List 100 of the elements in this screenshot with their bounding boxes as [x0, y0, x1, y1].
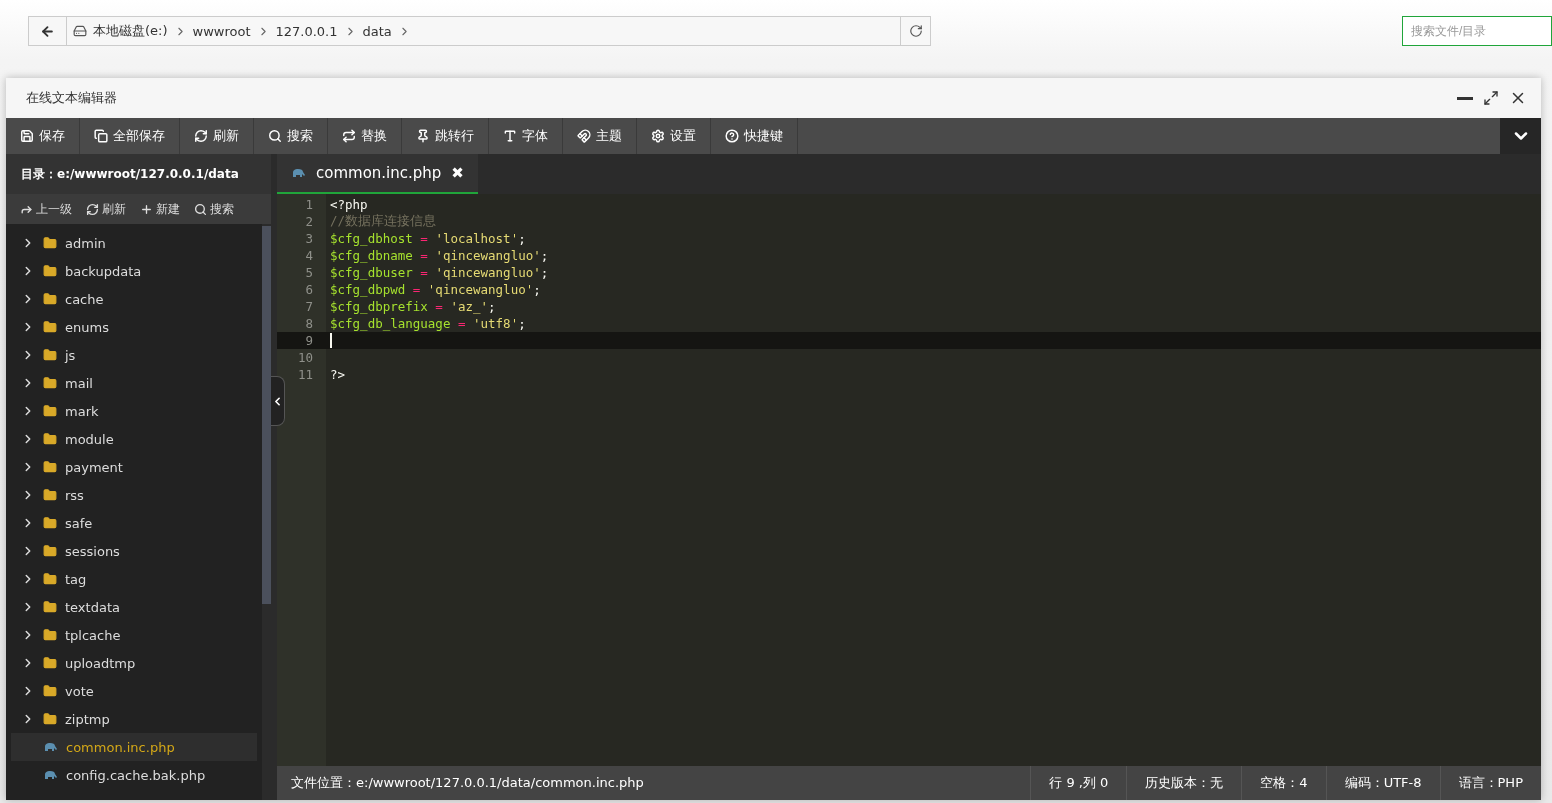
folder-item[interactable]: cache [11, 285, 257, 313]
breadcrumb-link[interactable]: wwwroot [192, 23, 251, 39]
minimize-icon [1457, 96, 1473, 100]
line-number: 7 [304, 299, 314, 314]
folder-item[interactable]: sessions [11, 537, 257, 565]
text-icon [503, 129, 517, 143]
folder-item[interactable]: module [11, 425, 257, 453]
file-item[interactable]: common.inc.php [11, 733, 257, 761]
folder-item[interactable]: js [11, 341, 257, 369]
status-item: 编码：UTF-8 [1325, 766, 1440, 800]
folder-icon [43, 712, 57, 726]
search-field[interactable]: 搜索文件/目录 [1402, 16, 1552, 46]
folder-icon [43, 600, 57, 614]
pin-icon [416, 129, 430, 143]
sidebar-action-button[interactable]: 上一级 [16, 200, 76, 218]
folder-icon [43, 292, 57, 306]
folder-item[interactable]: admin [11, 229, 257, 257]
breadcrumb-link[interactable]: 本地磁盘(e:) [93, 22, 168, 40]
elephant-icon [43, 769, 58, 781]
folder-item[interactable]: payment [11, 453, 257, 481]
folder-icon [43, 320, 57, 334]
code-line: $cfg_dbname = 'qincewangluo'; [330, 248, 549, 263]
tab-close-button[interactable]: ✖ [451, 164, 464, 182]
code-line: ?> [330, 367, 346, 382]
folder-item[interactable]: tplcache [11, 621, 257, 649]
line-number: 1 [304, 197, 314, 212]
folder-icon [43, 264, 57, 278]
folder-item[interactable]: textdata [11, 593, 257, 621]
folder-icon [43, 348, 57, 362]
folder-item[interactable]: backupdata [11, 257, 257, 285]
magnet-icon [577, 129, 591, 143]
folder-icon [43, 572, 57, 586]
status-item: 行 9 ,列 0 [1030, 766, 1127, 800]
folder-item[interactable]: vote [11, 677, 257, 705]
code-line: $cfg_dbprefix = 'az_'; [330, 299, 496, 314]
folder-icon [43, 516, 57, 530]
sidebar-action-button[interactable]: 搜索 [190, 200, 238, 218]
search-icon [268, 129, 282, 143]
help-icon [725, 129, 739, 143]
settings-icon [651, 129, 665, 143]
refresh-icon [908, 24, 923, 38]
folder-item[interactable]: safe [11, 509, 257, 537]
line-number: 8 [304, 316, 314, 331]
save-icon [20, 129, 34, 143]
directory-path: 目录：e:/wwwroot/127.0.0.1/data [6, 154, 271, 194]
folder-item[interactable]: enums [11, 313, 257, 341]
line-number: 3 [304, 231, 314, 246]
search-icon [194, 202, 207, 216]
elephant-icon [291, 167, 306, 179]
text-cursor [330, 333, 332, 348]
folder-icon [43, 432, 57, 446]
code-line: $cfg_dbuser = 'qincewangluo'; [330, 265, 549, 280]
sidebar-action-button[interactable]: 刷新 [82, 200, 130, 218]
folder-icon [43, 404, 57, 418]
folder-icon [43, 376, 57, 390]
status-item: 历史版本：无 [1126, 766, 1242, 800]
minimize-button[interactable] [1457, 96, 1473, 100]
maximize-button[interactable] [1483, 90, 1499, 106]
line-number: 5 [304, 265, 314, 280]
scrollbar-thumb[interactable] [262, 226, 271, 604]
refresh-icon [194, 129, 208, 143]
code-line: $cfg_dbpwd = 'qincewangluo'; [330, 282, 541, 297]
collapse-button[interactable] [271, 376, 285, 426]
copy-icon [94, 129, 108, 143]
drive-icon [73, 24, 87, 38]
code-line: $cfg_dbhost = 'localhost'; [330, 231, 526, 246]
line-number: 10 [296, 350, 314, 365]
breadcrumb-link[interactable]: 127.0.0.1 [275, 23, 338, 39]
folder-icon [43, 628, 57, 642]
folder-icon [43, 488, 57, 502]
elephant-icon [43, 741, 58, 753]
folder-icon [43, 460, 57, 474]
folder-item[interactable]: ziptmp [11, 705, 257, 733]
folder-icon [43, 684, 57, 698]
folder-item[interactable]: tag [11, 565, 257, 593]
line-number: 11 [296, 367, 314, 382]
code-line: $cfg_db_language = 'utf8'; [330, 316, 526, 331]
line-number: 9 [304, 333, 314, 348]
file-location: 文件位置：e:/wwwroot/127.0.0.1/data/common.inc.php [290, 774, 644, 792]
file-item[interactable]: config.cache.bak.php [11, 761, 257, 789]
folder-icon [43, 656, 57, 670]
window-title: 在线文本编辑器 [26, 89, 117, 107]
folder-icon [43, 544, 57, 558]
status-item: 语言：PHP [1439, 766, 1541, 800]
status-item: 空格：4 [1241, 766, 1326, 800]
code-line: <?php [330, 197, 368, 212]
folder-icon [43, 236, 57, 250]
folder-item[interactable]: mark [11, 397, 257, 425]
line-number: 6 [304, 282, 314, 297]
folder-item[interactable]: rss [11, 481, 257, 509]
sidebar-action-button[interactable]: 新建 [136, 200, 184, 218]
maximize-icon [1483, 90, 1499, 106]
code-line: //数据库连接信息 [330, 213, 437, 230]
line-number: 2 [304, 214, 314, 229]
folder-item[interactable]: mail [11, 369, 257, 397]
breadcrumb-link[interactable]: data [362, 23, 392, 39]
line-number: 4 [304, 248, 314, 263]
folder-item[interactable]: uploadtmp [11, 649, 257, 677]
refresh-icon [86, 202, 99, 216]
file-tab[interactable]: common.inc.php ✖ [277, 154, 478, 194]
